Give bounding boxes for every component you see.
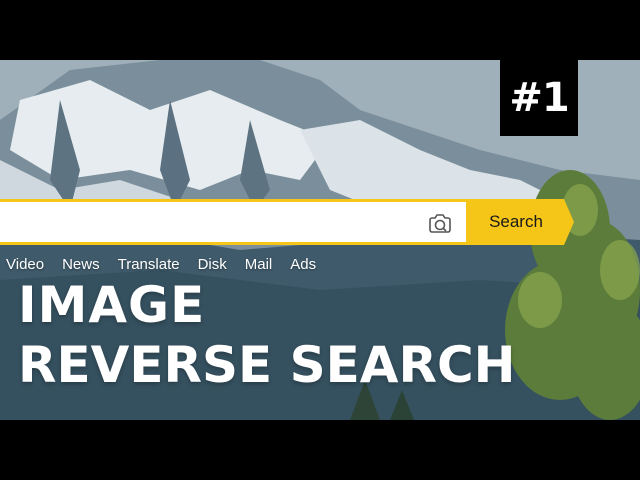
search-bar	[0, 199, 466, 245]
title-line-2: REVERSE SEARCH	[18, 336, 516, 394]
nav-item-ads[interactable]: Ads	[290, 256, 316, 273]
episode-badge: #1	[500, 60, 578, 136]
search-button[interactable]: Search	[466, 199, 574, 245]
camera-icon[interactable]	[426, 209, 454, 237]
search-input[interactable]	[6, 206, 420, 240]
search-button-label: Search	[489, 212, 543, 231]
title-line-1: IMAGE	[18, 276, 206, 334]
nav-item-disk[interactable]: Disk	[198, 256, 227, 273]
nav-item-video[interactable]: Video	[6, 256, 44, 273]
nav-item-translate[interactable]: Translate	[118, 256, 180, 273]
nav-item-mail[interactable]: Mail	[245, 256, 273, 273]
badge-text: #1	[509, 75, 569, 121]
nav-item-news[interactable]: News	[62, 256, 100, 273]
service-nav: Video News Translate Disk Mail Ads	[6, 256, 334, 273]
